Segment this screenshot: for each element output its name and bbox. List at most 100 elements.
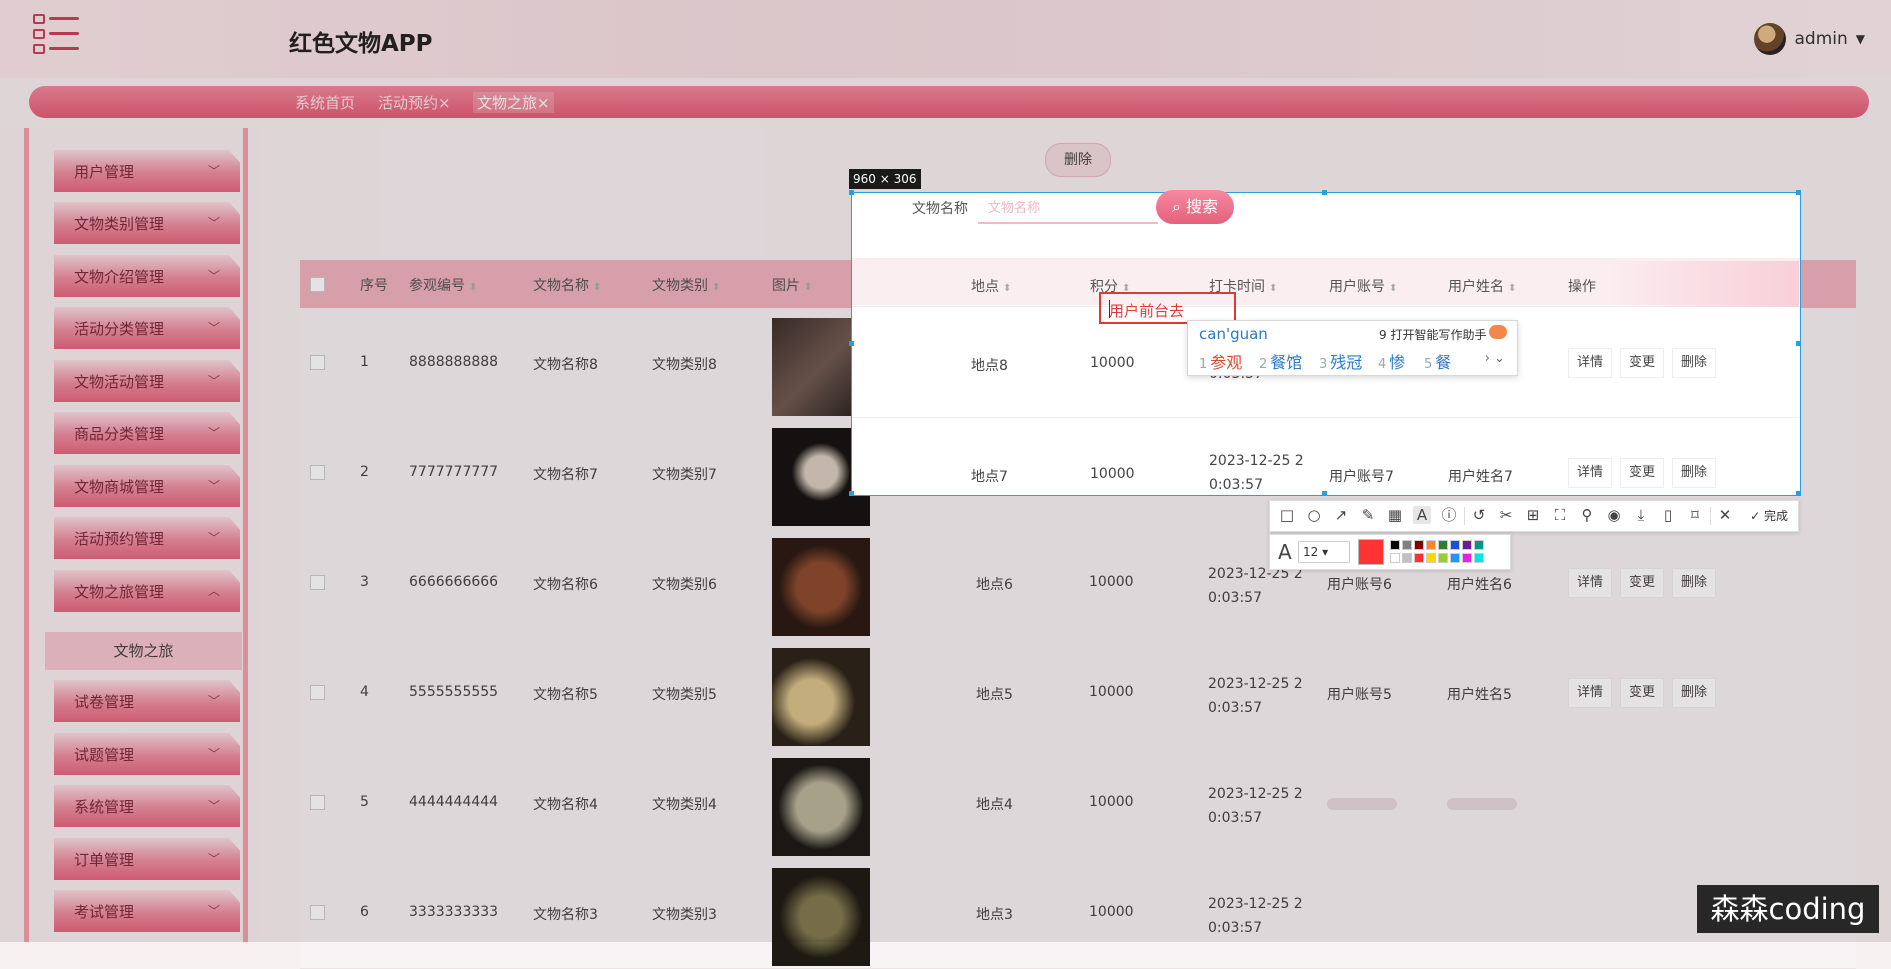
- scissors-icon[interactable]: ✂: [1497, 506, 1515, 524]
- selection-size-label: 960 × 306: [849, 169, 921, 189]
- col-account[interactable]: 用户账号 ⬍: [1329, 276, 1397, 296]
- text-tool-icon[interactable]: A: [1413, 506, 1431, 524]
- search-input[interactable]: [978, 194, 1158, 224]
- rectangle-tool-icon[interactable]: □: [1278, 506, 1296, 524]
- color-swatch[interactable]: [1390, 553, 1400, 563]
- pin-icon[interactable]: ⚲: [1578, 506, 1596, 524]
- resize-handle[interactable]: [1322, 190, 1327, 195]
- cell-username: 用户姓名7: [1448, 469, 1513, 485]
- cell-place: 地点7: [971, 469, 1008, 485]
- ime-candidate-index: 1: [1199, 357, 1208, 372]
- cell-time: 2023-12-25 2 0:03:57: [1209, 449, 1339, 497]
- sort-icon[interactable]: ⬍: [1269, 283, 1277, 294]
- color-swatch[interactable]: [1414, 540, 1424, 550]
- edit-button[interactable]: 变更: [1620, 348, 1664, 378]
- color-swatch[interactable]: [1474, 540, 1484, 550]
- divider: [852, 417, 1800, 418]
- check-icon: ✓: [1750, 509, 1761, 523]
- color-swatch[interactable]: [1426, 553, 1436, 563]
- number-tool-icon[interactable]: ⓘ: [1440, 506, 1458, 524]
- edit-button[interactable]: 变更: [1620, 458, 1664, 488]
- pen-tool-icon[interactable]: ✎: [1359, 506, 1377, 524]
- ime-candidate[interactable]: 2 餐馆: [1259, 349, 1302, 373]
- delete-button[interactable]: 删除: [1672, 458, 1716, 488]
- color-swatch[interactable]: [1426, 540, 1436, 550]
- ime-assistant-link[interactable]: 9 打开智能写作助手: [1379, 326, 1486, 343]
- app-root: 红色文物APP admin ▼ 系统首页 活动预约× 文物之旅× 用户管理 ﹀ 文…: [0, 0, 1891, 969]
- col-place[interactable]: 地点 ⬍: [971, 276, 1011, 296]
- color-swatch[interactable]: [1462, 540, 1472, 550]
- color-swatch[interactable]: [1438, 553, 1448, 563]
- search-button[interactable]: ⌕ 搜索: [1156, 190, 1234, 224]
- ocr-icon[interactable]: ⊞: [1524, 506, 1542, 524]
- resize-handle[interactable]: [849, 190, 854, 195]
- toolbar-divider: [1464, 507, 1465, 525]
- detail-button[interactable]: 详情: [1568, 348, 1612, 378]
- sort-icon[interactable]: ⬍: [1508, 283, 1516, 294]
- col-place-label: 地点: [971, 279, 999, 295]
- color-swatch[interactable]: [1402, 553, 1412, 563]
- sort-icon[interactable]: ⬍: [1003, 283, 1011, 294]
- sort-icon[interactable]: ⬍: [1389, 283, 1397, 294]
- download-icon[interactable]: ⤓: [1632, 506, 1650, 524]
- resize-handle[interactable]: [1796, 491, 1801, 496]
- resize-handle[interactable]: [849, 491, 854, 496]
- ime-page-arrows[interactable]: › ⌄: [1485, 351, 1505, 366]
- color-swatch[interactable]: [1450, 540, 1460, 550]
- annotation-text[interactable]: 用户前台去: [1109, 300, 1184, 321]
- done-button[interactable]: ✓ 完成: [1750, 507, 1788, 524]
- color-swatch[interactable]: [1450, 553, 1460, 563]
- mosaic-tool-icon[interactable]: ▦: [1386, 506, 1404, 524]
- delete-button[interactable]: 删除: [1672, 348, 1716, 378]
- font-size-select[interactable]: 12 ▾: [1298, 541, 1350, 563]
- ime-candidate-text: 残冠: [1330, 353, 1363, 372]
- text-style-bar: A 12 ▾: [1269, 534, 1511, 570]
- font-size-value: 12: [1303, 545, 1319, 559]
- cell-account: 用户账号7: [1329, 469, 1394, 485]
- undo-icon[interactable]: ↺: [1470, 506, 1488, 524]
- col-account-label: 用户账号: [1329, 279, 1385, 295]
- cell-points: 10000: [1090, 466, 1135, 482]
- phone-icon[interactable]: ▯: [1659, 506, 1677, 524]
- resize-handle[interactable]: [1796, 190, 1801, 195]
- ime-candidate[interactable]: 4惨: [1378, 349, 1405, 373]
- ellipse-tool-icon[interactable]: ○: [1305, 506, 1323, 524]
- font-size-icon: A: [1278, 540, 1292, 564]
- detail-button[interactable]: 详情: [1568, 458, 1612, 488]
- ime-candidate-text: 餐馆: [1270, 353, 1303, 372]
- resize-handle[interactable]: [1796, 341, 1801, 346]
- color-swatch[interactable]: [1390, 540, 1400, 550]
- current-color-swatch[interactable]: [1358, 539, 1384, 565]
- toolbar-divider: [1710, 507, 1711, 525]
- header-gradient: [1601, 261, 1799, 307]
- ime-candidate-text: 餐: [1435, 353, 1452, 372]
- close-icon[interactable]: ✕: [1716, 506, 1734, 524]
- ime-candidate[interactable]: 5餐: [1424, 349, 1451, 373]
- bookmark-icon[interactable]: ⌑: [1686, 506, 1704, 524]
- cell-points: 10000: [1090, 355, 1135, 371]
- ime-candidate-window: can'guan 9 打开智能写作助手 1 参观 2 餐馆 3 残冠 4惨 5餐 › …: [1187, 320, 1518, 376]
- ime-candidate[interactable]: 3 残冠: [1319, 349, 1362, 373]
- ime-candidate-index: 3: [1319, 357, 1328, 372]
- cell-time-line2: 0:03:57: [1209, 477, 1263, 493]
- search-button-label: 搜索: [1186, 197, 1219, 216]
- color-swatch[interactable]: [1462, 553, 1472, 563]
- resize-handle[interactable]: [849, 341, 854, 346]
- ime-composition: can'guan: [1199, 325, 1268, 343]
- done-label: 完成: [1763, 509, 1788, 523]
- color-swatch[interactable]: [1414, 553, 1424, 563]
- arrow-tool-icon[interactable]: ↗: [1332, 506, 1350, 524]
- row-actions: 详情 变更 删除: [1568, 348, 1716, 378]
- record-icon[interactable]: ◉: [1605, 506, 1623, 524]
- ime-candidate[interactable]: 1 参观: [1199, 349, 1242, 373]
- screenshot-toolbar: □ ○ ↗ ✎ ▦ A ⓘ ↺ ✂ ⊞ ⛶ ⚲ ◉ ⤓ ▯ ⌑ ✕ ✓ 完成: [1269, 500, 1799, 532]
- col-actions: 操作: [1568, 279, 1596, 295]
- color-swatch[interactable]: [1474, 553, 1484, 563]
- scan-icon[interactable]: ⛶: [1551, 506, 1569, 524]
- col-username[interactable]: 用户姓名 ⬍: [1448, 276, 1516, 296]
- search-icon: ⌕: [1171, 197, 1187, 216]
- color-swatch[interactable]: [1402, 540, 1412, 550]
- color-swatch[interactable]: [1438, 540, 1448, 550]
- ime-candidate-index: 5: [1424, 357, 1433, 372]
- ime-logo-icon: [1489, 325, 1507, 339]
